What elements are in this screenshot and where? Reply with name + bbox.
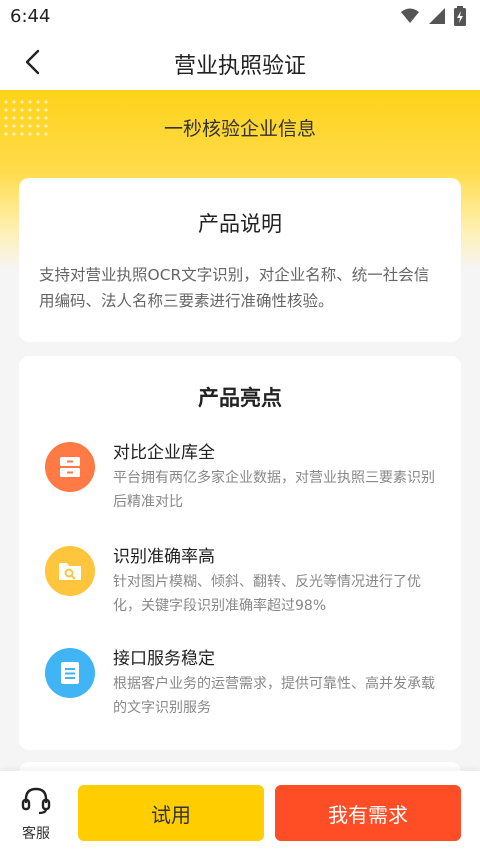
headset-icon	[21, 787, 51, 815]
status-time: 6:44	[10, 6, 51, 27]
feature-desc: 平台拥有两亿多家企业数据，对营业执照三要素识别后精准对比	[113, 470, 435, 510]
feature-desc: 根据客户业务的运营需求，提供可靠性、高并发承载的文字识别服务	[113, 676, 435, 716]
product-highlights-title: 产品亮点	[198, 386, 282, 410]
feature-desc: 针对图片模糊、倾斜、翻转、反光等情况进行了优化，关键字段识别准确率超过98%	[113, 574, 421, 614]
customer-service-button[interactable]: 客服	[10, 785, 62, 845]
folder-search-icon	[45, 546, 95, 596]
battery-icon	[454, 6, 466, 26]
feature-title: 识别准确率高	[113, 547, 215, 567]
product-description-title: 产品说明	[198, 212, 282, 236]
product-description-card: 产品说明 支持对营业执照OCR文字识别，对企业名称、统一社会信用编码、法人名称三…	[19, 178, 461, 342]
product-description-text: 支持对营业执照OCR文字识别，对企业名称、统一社会信用编码、法人名称三要素进行准…	[39, 266, 430, 310]
page-title: 营业执照验证	[173, 54, 306, 79]
feature-item: 对比企业库全 平台拥有两亿多家企业数据，对营业执照三要素识别后精准对比	[43, 438, 443, 524]
feature-title: 对比企业库全	[113, 443, 215, 463]
server-icon	[45, 648, 95, 698]
status-icons	[400, 6, 466, 26]
bottom-action-bar: 客服 试用 我有需求	[0, 771, 480, 853]
wifi-icon	[401, 8, 419, 23]
trial-button[interactable]: 试用	[78, 785, 264, 841]
product-highlights-card: 产品亮点 对比企业库全 平台拥有两亿多家企业数据，对营业执照三要素识别后精准对比…	[19, 356, 461, 750]
feature-item: 识别准确率高 针对图片模糊、倾斜、翻转、反光等情况进行了优化，关键字段识别准确率…	[43, 542, 443, 628]
hero-slogan: 一秒核验企业信息	[163, 118, 316, 140]
feature-item: 接口服务稳定 根据客户业务的运营需求，提供可靠性、高并发承载的文字识别服务	[43, 644, 443, 730]
status-bar: 6:44	[0, 0, 480, 34]
feature-title: 接口服务稳定	[113, 649, 215, 669]
database-icon	[45, 442, 95, 492]
request-demand-button[interactable]: 我有需求	[275, 785, 461, 841]
signal-icon	[429, 8, 445, 24]
nav-bar: 营业执照验证	[0, 34, 480, 90]
customer-service-label: 客服	[22, 826, 50, 842]
